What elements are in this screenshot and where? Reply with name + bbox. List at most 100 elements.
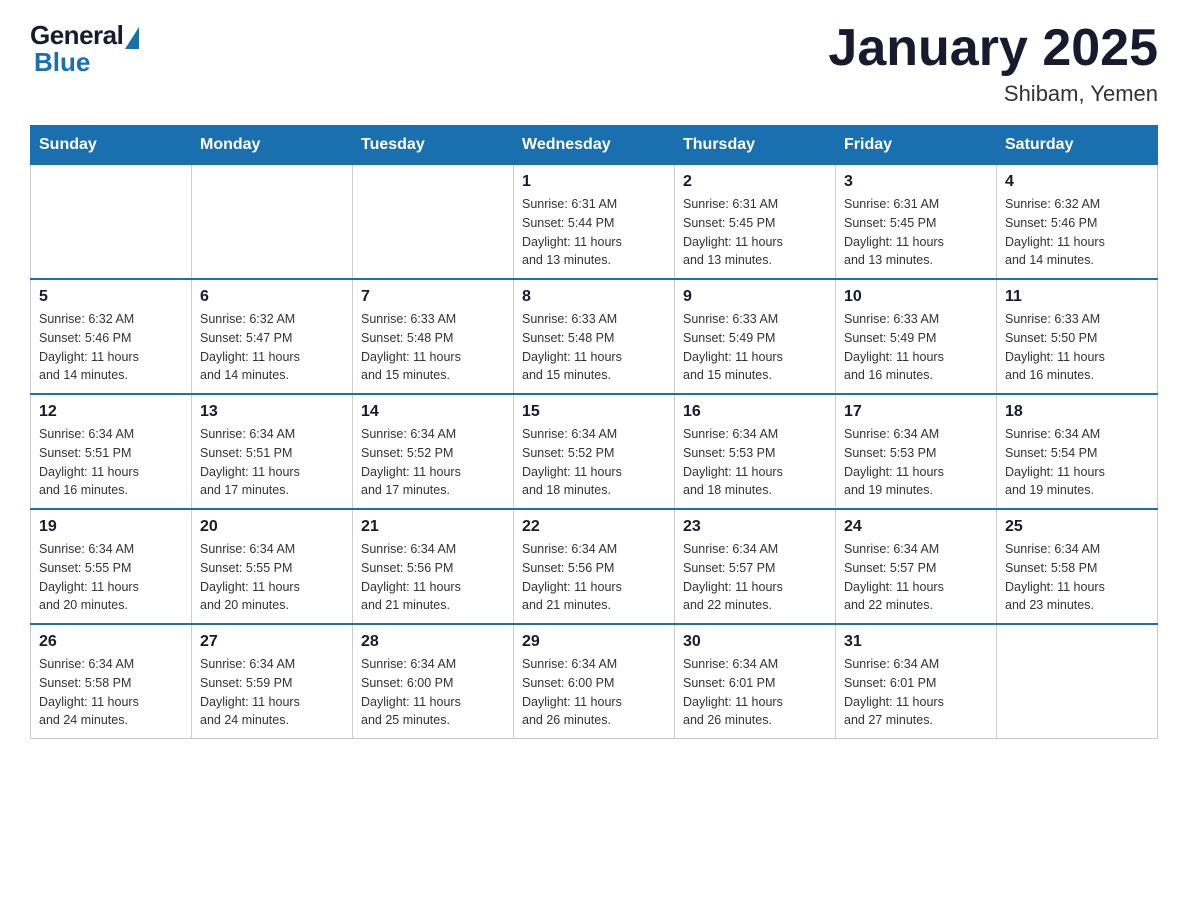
day-number: 21 [361,518,505,536]
day-number: 24 [844,518,988,536]
calendar-cell: 17Sunrise: 6:34 AMSunset: 5:53 PMDayligh… [836,394,997,509]
calendar-header-saturday: Saturday [997,126,1158,165]
calendar-cell: 28 Sunrise: 6:34 AMSunset: 6:00 PMDayligh… [353,624,514,739]
week-row-3: 12 Sunrise: 6:34 AMSunset: 5:51 PMDayligh… [31,394,1158,509]
day-info: Sunrise: 6:31 AMSunset: 5:45 PMDaylight:… [844,195,988,270]
calendar-cell: 19 Sunrise: 6:34 AMSunset: 5:55 PMDayligh… [31,509,192,624]
calendar-cell: 23 Sunrise: 6:34 AMSunset: 5:57 PMDayligh… [675,509,836,624]
calendar-header-friday: Friday [836,126,997,165]
week-row-5: 26Sunrise: 6:34 AMSunset: 5:58 PMDayligh… [31,624,1158,739]
calendar-cell: 26Sunrise: 6:34 AMSunset: 5:58 PMDayligh… [31,624,192,739]
day-info: Sunrise: 6:34 AMSunset: 5:51 PMDaylight:… [39,425,183,500]
day-info: Sunrise: 6:34 AMSunset: 5:58 PMDaylight:… [39,655,183,730]
calendar-cell [997,624,1158,739]
calendar-header-thursday: Thursday [675,126,836,165]
week-row-4: 19 Sunrise: 6:34 AMSunset: 5:55 PMDayligh… [31,509,1158,624]
calendar-cell: 18 Sunrise: 6:34 AMSunset: 5:54 PMDayligh… [997,394,1158,509]
day-number: 16 [683,403,827,421]
day-number: 22 [522,518,666,536]
page-header: General Blue January 2025 Shibam, Yemen [30,20,1158,107]
day-info: Sunrise: 6:34 AMSunset: 5:57 PMDaylight:… [683,540,827,615]
day-info: Sunrise: 6:34 AMSunset: 6:01 PMDaylight:… [683,655,827,730]
calendar-cell: 22 Sunrise: 6:34 AMSunset: 5:56 PMDayligh… [514,509,675,624]
day-number: 14 [361,403,505,421]
day-info: Sunrise: 6:34 AMSunset: 5:57 PMDaylight:… [844,540,988,615]
day-info: Sunrise: 6:34 AMSunset: 6:00 PMDaylight:… [522,655,666,730]
day-info: Sunrise: 6:34 AMSunset: 5:55 PMDaylight:… [200,540,344,615]
day-number: 30 [683,633,827,651]
day-number: 3 [844,173,988,191]
calendar-cell: 12 Sunrise: 6:34 AMSunset: 5:51 PMDayligh… [31,394,192,509]
day-info: Sunrise: 6:32 AMSunset: 5:46 PMDaylight:… [1005,195,1149,270]
calendar-cell: 5Sunrise: 6:32 AMSunset: 5:46 PMDaylight… [31,279,192,394]
day-info: Sunrise: 6:31 AMSunset: 5:45 PMDaylight:… [683,195,827,270]
day-info: Sunrise: 6:31 AMSunset: 5:44 PMDaylight:… [522,195,666,270]
day-number: 23 [683,518,827,536]
day-number: 2 [683,173,827,191]
day-number: 29 [522,633,666,651]
calendar-cell: 20 Sunrise: 6:34 AMSunset: 5:55 PMDayligh… [192,509,353,624]
day-number: 20 [200,518,344,536]
week-row-1: 1 Sunrise: 6:31 AMSunset: 5:44 PMDaylight… [31,165,1158,280]
calendar-cell: 27 Sunrise: 6:34 AMSunset: 5:59 PMDayligh… [192,624,353,739]
day-info: Sunrise: 6:34 AMSunset: 5:52 PMDaylight:… [361,425,505,500]
calendar-cell: 25Sunrise: 6:34 AMSunset: 5:58 PMDayligh… [997,509,1158,624]
calendar-header-sunday: Sunday [31,126,192,165]
calendar-cell: 16 Sunrise: 6:34 AMSunset: 5:53 PMDayligh… [675,394,836,509]
calendar-cell: 13 Sunrise: 6:34 AMSunset: 5:51 PMDayligh… [192,394,353,509]
day-number: 12 [39,403,183,421]
calendar-header-monday: Monday [192,126,353,165]
calendar-cell [31,165,192,280]
week-row-2: 5Sunrise: 6:32 AMSunset: 5:46 PMDaylight… [31,279,1158,394]
calendar-cell: 2 Sunrise: 6:31 AMSunset: 5:45 PMDaylight… [675,165,836,280]
day-info: Sunrise: 6:33 AMSunset: 5:49 PMDaylight:… [844,310,988,385]
day-number: 13 [200,403,344,421]
calendar-cell: 14 Sunrise: 6:34 AMSunset: 5:52 PMDayligh… [353,394,514,509]
day-info: Sunrise: 6:34 AMSunset: 5:56 PMDaylight:… [361,540,505,615]
calendar-cell [192,165,353,280]
day-info: Sunrise: 6:34 AMSunset: 5:52 PMDaylight:… [522,425,666,500]
day-info: Sunrise: 6:34 AMSunset: 5:55 PMDaylight:… [39,540,183,615]
day-number: 19 [39,518,183,536]
calendar-header-row: SundayMondayTuesdayWednesdayThursdayFrid… [31,126,1158,165]
day-info: Sunrise: 6:34 AMSunset: 5:56 PMDaylight:… [522,540,666,615]
day-number: 31 [844,633,988,651]
day-number: 27 [200,633,344,651]
day-info: Sunrise: 6:34 AMSunset: 5:53 PMDaylight:… [683,425,827,500]
calendar-cell: 21 Sunrise: 6:34 AMSunset: 5:56 PMDayligh… [353,509,514,624]
calendar-cell: 30 Sunrise: 6:34 AMSunset: 6:01 PMDayligh… [675,624,836,739]
calendar-cell: 10Sunrise: 6:33 AMSunset: 5:49 PMDayligh… [836,279,997,394]
calendar-cell: 6 Sunrise: 6:32 AMSunset: 5:47 PMDaylight… [192,279,353,394]
day-info: Sunrise: 6:32 AMSunset: 5:47 PMDaylight:… [200,310,344,385]
calendar-cell: 3 Sunrise: 6:31 AMSunset: 5:45 PMDaylight… [836,165,997,280]
day-info: Sunrise: 6:34 AMSunset: 5:59 PMDaylight:… [200,655,344,730]
day-number: 5 [39,288,183,306]
calendar-subtitle: Shibam, Yemen [828,81,1158,107]
day-info: Sunrise: 6:34 AMSunset: 6:01 PMDaylight:… [844,655,988,730]
logo-triangle-icon [125,27,139,49]
day-info: Sunrise: 6:34 AMSunset: 5:51 PMDaylight:… [200,425,344,500]
day-info: Sunrise: 6:34 AMSunset: 5:58 PMDaylight:… [1005,540,1149,615]
day-number: 6 [200,288,344,306]
day-number: 28 [361,633,505,651]
calendar-cell: 1 Sunrise: 6:31 AMSunset: 5:44 PMDaylight… [514,165,675,280]
day-number: 9 [683,288,827,306]
calendar-cell: 8Sunrise: 6:33 AMSunset: 5:48 PMDaylight… [514,279,675,394]
calendar-header-tuesday: Tuesday [353,126,514,165]
calendar-cell: 11Sunrise: 6:33 AMSunset: 5:50 PMDayligh… [997,279,1158,394]
calendar-cell: 4 Sunrise: 6:32 AMSunset: 5:46 PMDaylight… [997,165,1158,280]
day-number: 18 [1005,403,1149,421]
day-number: 11 [1005,288,1149,306]
day-number: 7 [361,288,505,306]
day-info: Sunrise: 6:34 AMSunset: 5:54 PMDaylight:… [1005,425,1149,500]
calendar-cell: 9 Sunrise: 6:33 AMSunset: 5:49 PMDaylight… [675,279,836,394]
day-number: 1 [522,173,666,191]
day-info: Sunrise: 6:33 AMSunset: 5:49 PMDaylight:… [683,310,827,385]
day-number: 4 [1005,173,1149,191]
day-number: 8 [522,288,666,306]
day-info: Sunrise: 6:34 AMSunset: 6:00 PMDaylight:… [361,655,505,730]
calendar-title: January 2025 [828,20,1158,77]
calendar-cell: 31 Sunrise: 6:34 AMSunset: 6:01 PMDayligh… [836,624,997,739]
title-section: January 2025 Shibam, Yemen [828,20,1158,107]
calendar-cell [353,165,514,280]
